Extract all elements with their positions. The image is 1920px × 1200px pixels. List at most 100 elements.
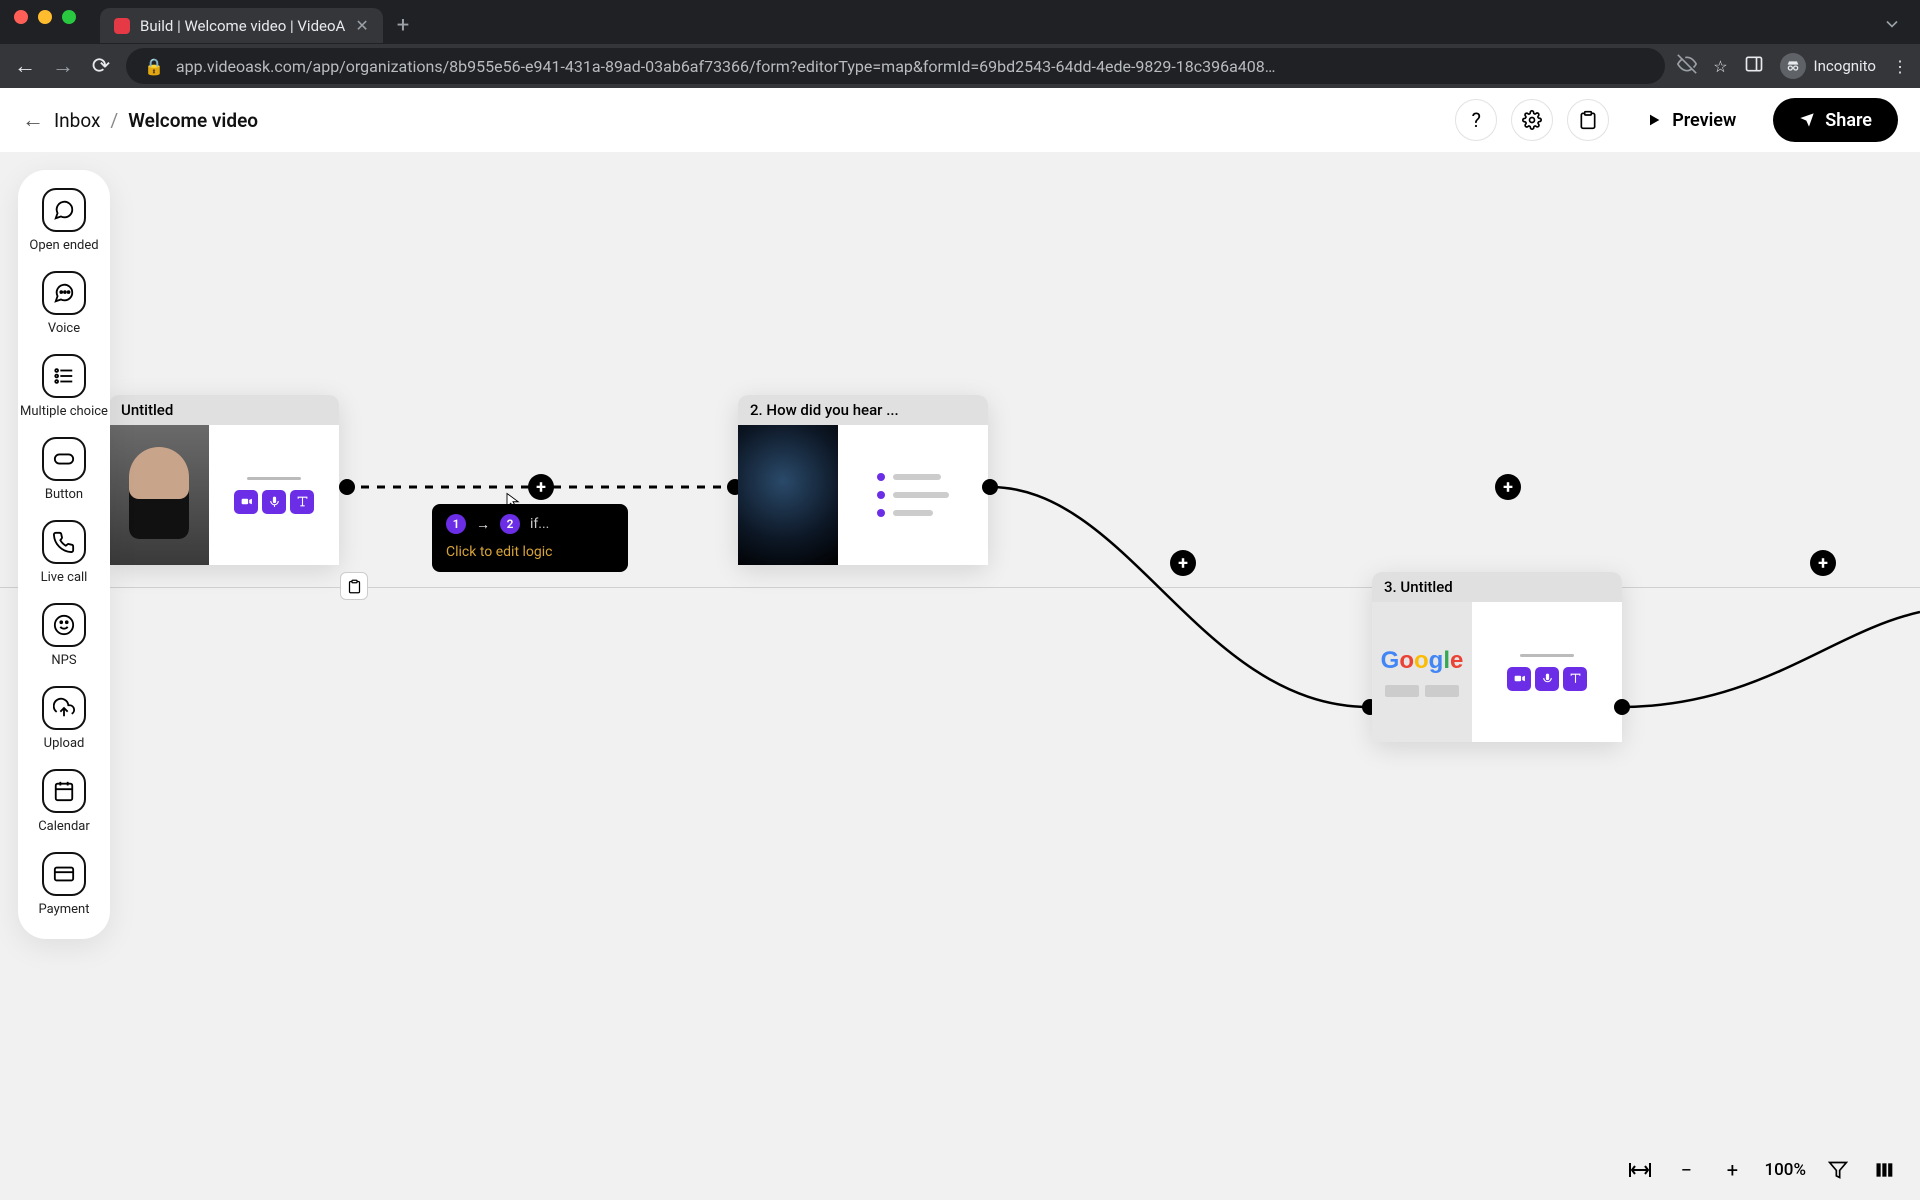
- video-answer-icon[interactable]: [1507, 667, 1531, 691]
- fit-width-icon: [1628, 1161, 1652, 1179]
- tool-label: Live call: [41, 570, 88, 585]
- tool-label: Button: [45, 487, 83, 502]
- tool-open-ended[interactable]: Open ended: [29, 188, 98, 253]
- step-1-thumbnail: [109, 425, 209, 565]
- browser-tab-active[interactable]: Build | Welcome video | VideoA ✕: [100, 8, 383, 43]
- step-card-2[interactable]: 2. How did you hear ...: [738, 395, 988, 565]
- browser-forward-button[interactable]: →: [50, 53, 76, 79]
- preview-label: Preview: [1672, 110, 1736, 131]
- breadcrumb: ← Inbox / Welcome video: [22, 107, 258, 133]
- incognito-indicator[interactable]: Incognito: [1780, 53, 1876, 79]
- tool-multiple-choice[interactable]: Multiple choice: [20, 354, 108, 419]
- step-2-choices: [877, 473, 949, 517]
- tool-upload[interactable]: Upload: [42, 686, 86, 751]
- add-step-between-1-2[interactable]: +: [528, 474, 554, 500]
- list-icon: [53, 365, 75, 387]
- tabs-overflow-button[interactable]: [1882, 14, 1902, 38]
- tool-label: Calendar: [38, 819, 90, 834]
- zoom-out-button[interactable]: −: [1672, 1156, 1700, 1184]
- incognito-icon: [1780, 53, 1806, 79]
- gear-icon: [1522, 110, 1542, 130]
- logic-hint-text: Click to edit logic: [446, 544, 614, 560]
- step-card-1[interactable]: Untitled: [109, 395, 339, 565]
- clipboard-button[interactable]: [1567, 99, 1609, 141]
- video-answer-icon[interactable]: [234, 490, 258, 514]
- tool-rail: Open ended Voice Multiple choice Button …: [18, 170, 110, 939]
- zoom-in-button[interactable]: +: [1718, 1156, 1746, 1184]
- kebab-menu-icon[interactable]: ⋮: [1892, 57, 1908, 76]
- toolbar-icons: ☆ Incognito ⋮: [1677, 53, 1908, 79]
- step-3-title: 3. Untitled: [1372, 572, 1622, 602]
- tool-label: NPS: [51, 653, 76, 668]
- zoom-level: 100%: [1764, 1160, 1806, 1180]
- address-bar[interactable]: 🔒 app.videoask.com/app/organizations/8b9…: [126, 48, 1665, 84]
- lock-icon: 🔒: [144, 57, 164, 76]
- window-close-button[interactable]: [14, 10, 28, 24]
- calendar-icon: [53, 780, 75, 802]
- tool-payment[interactable]: Payment: [39, 852, 90, 917]
- tool-live-call[interactable]: Live call: [41, 520, 88, 585]
- tool-nps[interactable]: NPS: [42, 603, 86, 668]
- answer-type-icons: [1507, 667, 1587, 691]
- url-text: app.videoask.com/app/organizations/8b955…: [176, 57, 1276, 76]
- filter-button[interactable]: [1824, 1156, 1852, 1184]
- fit-width-button[interactable]: [1626, 1156, 1654, 1184]
- browser-tabs: Build | Welcome video | VideoA ✕ +: [100, 8, 419, 43]
- text-answer-icon[interactable]: [1563, 667, 1587, 691]
- step-2-out-port[interactable]: [982, 479, 998, 495]
- window-minimize-button[interactable]: [38, 10, 52, 24]
- eye-off-icon[interactable]: [1677, 54, 1697, 78]
- audio-answer-icon[interactable]: [262, 490, 286, 514]
- arrow-right-icon: →: [476, 516, 490, 533]
- page-title: Welcome video: [128, 109, 258, 132]
- step-3-out-port[interactable]: [1614, 699, 1630, 715]
- tool-voice[interactable]: Voice: [42, 271, 86, 336]
- add-step-after-3[interactable]: +: [1810, 550, 1836, 576]
- tab-close-button[interactable]: ✕: [355, 16, 368, 35]
- audio-answer-icon[interactable]: [1535, 667, 1559, 691]
- step-1-clipboard-badge[interactable]: [340, 572, 368, 600]
- add-step-after-2[interactable]: +: [1495, 474, 1521, 500]
- step-card-3[interactable]: 3. Untitled Google: [1372, 572, 1622, 742]
- breadcrumb-inbox-link[interactable]: Inbox: [54, 109, 100, 132]
- clipboard-icon: [347, 579, 362, 594]
- chat-dots-icon: [53, 282, 75, 304]
- browser-back-button[interactable]: ←: [12, 53, 38, 79]
- breadcrumb-back-button[interactable]: ←: [22, 107, 44, 133]
- help-button[interactable]: ?: [1455, 99, 1497, 141]
- chat-icon: [53, 199, 75, 221]
- step-1-out-port[interactable]: [339, 479, 355, 495]
- settings-button[interactable]: [1511, 99, 1553, 141]
- share-label: Share: [1825, 110, 1872, 131]
- canvas-guide-line: [0, 587, 1920, 588]
- step-2-thumbnail: [738, 425, 838, 565]
- choice-row: [877, 473, 949, 481]
- window-maximize-button[interactable]: [62, 10, 76, 24]
- columns-icon: [1874, 1160, 1894, 1180]
- panel-icon[interactable]: [1744, 54, 1764, 78]
- flow-canvas[interactable]: Untitled +: [0, 152, 1920, 1200]
- step-1-answer-panel: [209, 425, 339, 565]
- incognito-label: Incognito: [1814, 57, 1876, 75]
- phone-icon: [53, 531, 75, 553]
- tool-button[interactable]: Button: [42, 437, 86, 502]
- edge-logic-tooltip[interactable]: 1 → 2 if... Click to edit logic: [432, 504, 628, 572]
- star-icon[interactable]: ☆: [1713, 57, 1727, 76]
- tool-label: Open ended: [29, 238, 98, 253]
- share-button[interactable]: Share: [1773, 98, 1898, 142]
- clipboard-icon: [1578, 110, 1598, 130]
- layout-grid-button[interactable]: [1870, 1156, 1898, 1184]
- tool-calendar[interactable]: Calendar: [38, 769, 90, 834]
- new-tab-button[interactable]: +: [387, 9, 419, 42]
- add-step-on-branch-2[interactable]: +: [1170, 550, 1196, 576]
- tab-title: Build | Welcome video | VideoA: [140, 17, 345, 35]
- answer-placeholder-line: [247, 477, 301, 480]
- button-icon: [53, 452, 75, 466]
- app-top-bar: ← Inbox / Welcome video ? Preview Share: [0, 88, 1920, 152]
- preview-button[interactable]: Preview: [1623, 98, 1759, 142]
- text-answer-icon[interactable]: [290, 490, 314, 514]
- step-2-title: 2. How did you hear ...: [738, 395, 988, 425]
- canvas-footer-controls: − + 100%: [1626, 1156, 1898, 1184]
- browser-reload-button[interactable]: ⟳: [88, 54, 114, 79]
- tool-label: Payment: [39, 902, 90, 917]
